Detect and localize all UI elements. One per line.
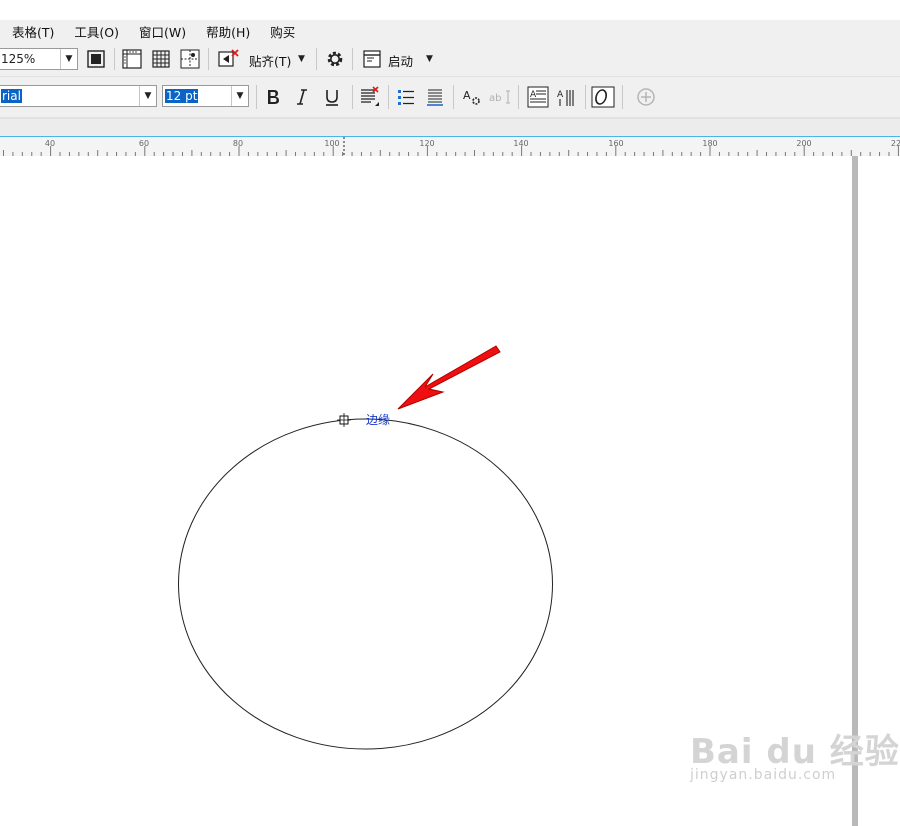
character-format-icon: A xyxy=(463,89,480,105)
menu-window[interactable]: 窗口(W) xyxy=(139,22,186,41)
menu-bar: 表格(T) 工具(O) 窗口(W) 帮助(H) 购买 xyxy=(0,20,900,42)
watermark-logo-text: Bai du 经验 xyxy=(690,732,900,772)
svg-text:ab: ab xyxy=(489,93,501,104)
font-family-value: rial xyxy=(1,89,22,103)
launch-button[interactable] xyxy=(360,47,384,71)
zoom-level-value: 125% xyxy=(1,52,36,66)
edit-text-icon: ab xyxy=(489,90,510,104)
bold-icon xyxy=(268,90,279,104)
launch-label[interactable]: 启动 xyxy=(388,51,413,70)
grid-icon xyxy=(152,50,170,68)
bold-button[interactable] xyxy=(261,85,285,109)
opentype-icon xyxy=(591,86,615,108)
font-size-value: 12 pt xyxy=(165,89,199,103)
text-alignment-button[interactable] xyxy=(358,85,382,109)
ruler-label: 60 xyxy=(138,139,150,148)
options-button[interactable] xyxy=(323,47,347,71)
chevron-down-icon[interactable]: ▼ xyxy=(139,86,156,106)
bullet-list-button[interactable] xyxy=(394,85,418,109)
horizontal-ruler[interactable]: 40 60 80 100 120 140 160 180 200 22 xyxy=(0,136,900,157)
underline-icon xyxy=(326,90,338,106)
snap-off-button[interactable] xyxy=(216,47,240,71)
plus-circle-icon xyxy=(637,88,655,106)
chevron-down-icon[interactable]: ▼ xyxy=(231,86,248,106)
interactive-opentype-button[interactable] xyxy=(591,85,615,109)
italic-button[interactable] xyxy=(290,85,314,109)
ruler-label: 100 xyxy=(324,139,340,148)
ruler-ticks xyxy=(3,137,899,156)
toolbar-separator xyxy=(622,85,623,109)
drop-cap-icon xyxy=(427,89,443,106)
toolbar-area-gap xyxy=(0,118,900,137)
svg-text:A: A xyxy=(557,90,564,100)
show-grid-button[interactable] xyxy=(149,47,173,71)
text-property-bar: rial ▼ 12 pt ▼ A ab A A xyxy=(0,77,900,118)
add-button[interactable] xyxy=(634,85,658,109)
menu-tools[interactable]: 工具(O) xyxy=(74,22,119,41)
menu-help[interactable]: 帮助(H) xyxy=(206,22,250,41)
red-arrow-annotation xyxy=(397,345,501,410)
toolbar-separator xyxy=(352,85,353,109)
guidelines-icon xyxy=(180,49,200,69)
launch-icon xyxy=(363,50,381,68)
toolbar-separator xyxy=(388,85,389,109)
vertical-text-icon: A xyxy=(557,90,574,106)
start-node-handle[interactable] xyxy=(337,413,351,427)
drop-cap-button[interactable] xyxy=(423,85,447,109)
show-guidelines-button[interactable] xyxy=(178,47,202,71)
toolbar-separator xyxy=(114,48,115,70)
fit-page-icon xyxy=(87,50,105,68)
ruler-label: 160 xyxy=(608,139,624,148)
toolbar-separator xyxy=(316,48,317,70)
font-size-combo[interactable]: 12 pt ▼ xyxy=(162,85,249,107)
zoom-level-combo[interactable]: 125% ▼ xyxy=(0,48,78,70)
rulers-icon xyxy=(122,49,142,69)
ruler-label: 22 xyxy=(890,139,900,148)
zoom-to-page-button[interactable] xyxy=(84,47,108,71)
ruler-label: 80 xyxy=(232,139,244,148)
chevron-down-icon[interactable]: ▼ xyxy=(426,54,433,64)
toolbar-separator xyxy=(256,85,257,109)
font-family-combo[interactable]: rial ▼ xyxy=(0,85,157,107)
snap-off-icon xyxy=(218,49,239,67)
ruler-label: 120 xyxy=(419,139,435,148)
character-formatting-button[interactable]: A xyxy=(460,85,484,109)
ruler-label: 180 xyxy=(702,139,718,148)
show-rulers-button[interactable] xyxy=(120,47,144,71)
window-top-strip xyxy=(0,0,900,20)
underline-button[interactable] xyxy=(320,85,344,109)
svg-text:A: A xyxy=(463,89,471,102)
snap-to-label[interactable]: 贴齐(T) xyxy=(249,51,291,70)
horizontal-text-button[interactable]: A xyxy=(526,85,550,109)
bullet-list-icon xyxy=(398,90,414,105)
ruler-label: 140 xyxy=(513,139,529,148)
toolbar-separator xyxy=(352,48,353,70)
chevron-down-icon[interactable]: ▼ xyxy=(298,54,305,64)
ellipse-shape[interactable] xyxy=(178,418,553,750)
text-on-path[interactable]: 边缘 xyxy=(366,413,390,427)
toolbar-separator xyxy=(208,48,209,70)
menu-buy[interactable]: 购买 xyxy=(270,22,295,41)
italic-icon xyxy=(297,89,307,105)
gear-icon xyxy=(327,51,343,67)
chevron-down-icon[interactable]: ▼ xyxy=(60,49,77,69)
standard-toolbar: 125% ▼ 贴齐(T) ▼ 启动 ▼ xyxy=(0,42,900,77)
edit-text-button: ab xyxy=(488,85,512,109)
menu-table[interactable]: 表格(T) xyxy=(12,22,54,41)
align-justify-icon xyxy=(361,86,379,106)
toolbar-separator xyxy=(453,85,454,109)
ruler-label: 200 xyxy=(796,139,812,148)
ruler-label: 40 xyxy=(44,139,56,148)
horizontal-text-icon: A xyxy=(527,86,549,108)
toolbar-separator xyxy=(518,85,519,109)
baidu-watermark: Bai du 经验 jingyan.baidu.com xyxy=(690,724,900,783)
vertical-text-button[interactable]: A xyxy=(555,85,579,109)
toolbar-separator xyxy=(585,85,586,109)
